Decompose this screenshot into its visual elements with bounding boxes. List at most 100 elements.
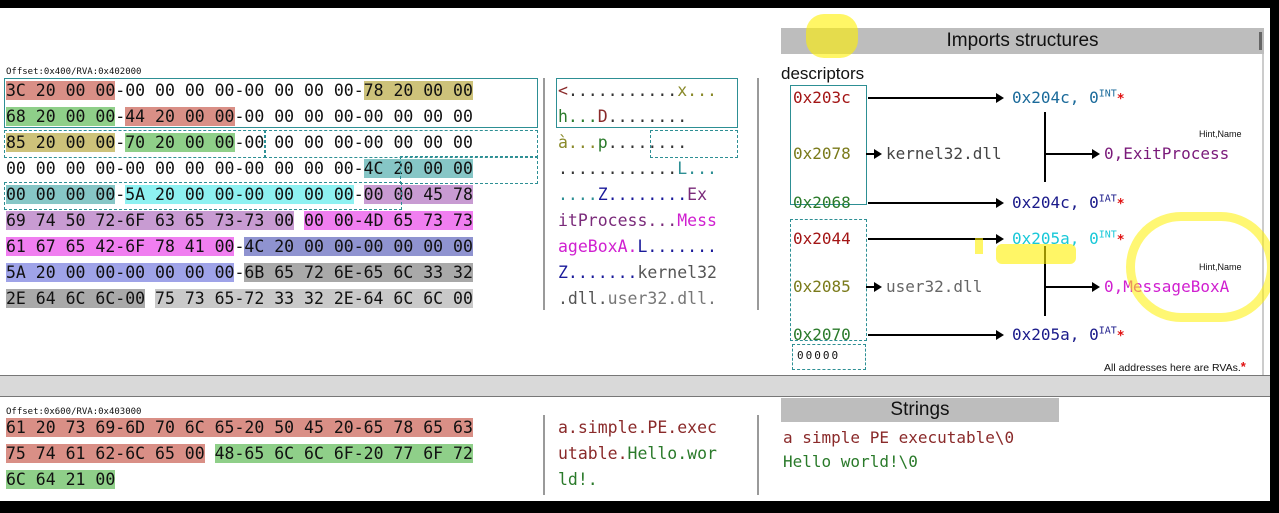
hex-row: 6C 64 21 00 xyxy=(6,467,473,493)
kernel-iat-target: 0x204c, 0IAT* xyxy=(1012,193,1125,212)
ascii-chars: kernel32 xyxy=(637,263,717,282)
kernel-iat-rva: 0x2068 xyxy=(793,193,851,212)
kernel-hint-name: 0,ExitProcess xyxy=(1104,144,1230,163)
arrow xyxy=(866,149,882,159)
strings-title: Strings xyxy=(890,399,950,420)
ascii-chars: Hello.wor xyxy=(627,444,717,463)
kernel-dll-name: kernel32.dll xyxy=(886,144,1002,163)
ascii-chars: p xyxy=(597,133,608,152)
ascii-chars: ............ xyxy=(558,159,678,178)
ascii-chars: à... xyxy=(558,133,598,152)
user-name-rva: 0x2085 xyxy=(793,277,851,296)
hex-row: 69 74 50 72-6F 63 65 73-73 00 00 00-4D 6… xyxy=(6,208,473,234)
divider xyxy=(543,415,545,495)
kernel-int-rva: 0x203c xyxy=(793,88,851,107)
divider xyxy=(543,78,545,310)
ascii-chars: .dll. xyxy=(558,289,608,308)
outline-box xyxy=(4,78,538,128)
hex-bytes: - xyxy=(234,237,245,256)
hex-bytes: 61 67 65 42-6F 78 41 00 xyxy=(6,237,235,256)
ascii-row: ....Z........Ex xyxy=(558,182,717,208)
arrow xyxy=(868,93,1004,103)
diagram-panel: Offset:0x400/RVA:0x402000 3C 20 00 00-00… xyxy=(0,8,1270,501)
ascii-row: Z.......kernel32 xyxy=(558,260,717,286)
outline-box xyxy=(4,130,266,158)
arrow xyxy=(868,198,1004,208)
highlight-mark xyxy=(996,244,1076,264)
hex-bytes xyxy=(294,211,304,230)
descriptor-terminator: 00000 xyxy=(797,349,841,362)
hex-row: 2E 64 6C 6C-00 75 73 65-72 33 32 2E-64 6… xyxy=(6,286,473,312)
hex-bytes: - xyxy=(234,263,245,282)
hex-row: 75 74 61 62-6C 65 00 48-65 6C 6C 6F-20 7… xyxy=(6,441,473,467)
hex-bytes: 4C 20 00 00-00 00 00 00 xyxy=(244,237,473,256)
user-iat-target: 0x205a, 0IAT* xyxy=(1012,325,1125,344)
ascii-row: ............L... xyxy=(558,156,717,182)
hex-bytes: 75 74 61 62-6C 65 00 xyxy=(6,444,205,463)
hex-bytes: 75 73 65-72 33 32 2E-64 6C 6C 00 xyxy=(155,289,473,308)
ascii-chars: ld!. xyxy=(558,470,598,489)
ascii-chars: ageBoxA. xyxy=(558,237,638,256)
hex-row: 61 67 65 42-6F 78 41 00-4C 20 00 00-00 0… xyxy=(6,234,473,260)
ascii-chars: itProcess... xyxy=(558,211,678,230)
offset-label-top: Offset:0x400/RVA:0x402000 xyxy=(6,67,142,77)
hex-bytes: 00 00 00 00-00 00 00 00-00 00 00 00- xyxy=(6,159,364,178)
outline-box xyxy=(264,130,538,158)
outline-box xyxy=(556,78,738,128)
hex-bytes xyxy=(145,289,155,308)
section-separator xyxy=(0,375,1270,397)
hex-bytes: 61 20 73 69-6D 70 6C 65-20 50 45 20-65 7… xyxy=(6,418,473,437)
string-2: Hello world!\0 xyxy=(783,452,918,471)
outline-box xyxy=(650,130,738,158)
user-int-rva: 0x2044 xyxy=(793,229,851,248)
hex-bytes: 5A 20 00 00-00 00 00 00 xyxy=(6,263,235,282)
arrow xyxy=(1046,282,1100,292)
highlight-mark xyxy=(806,14,858,58)
highlight-mark xyxy=(975,238,983,254)
hex-bytes: 6B 65 72 6E-65 6C 33 32 xyxy=(244,263,473,282)
arrow xyxy=(1046,149,1100,159)
hex-bytes xyxy=(205,444,215,463)
kernel-int-target: 0x204c, 0INT* xyxy=(1012,88,1125,107)
user-iat-rva: 0x2070 xyxy=(793,325,851,344)
arrow xyxy=(866,282,882,292)
highlight-circle xyxy=(1126,212,1270,322)
kernel-name-rva: 0x2078 xyxy=(793,144,851,163)
ascii-row: ld!. xyxy=(558,467,717,493)
hex-bytes: 00 00-4D 65 73 73 xyxy=(304,211,473,230)
ascii-chars: utable. xyxy=(558,444,628,463)
arrow xyxy=(868,330,1004,340)
hint-label: Hint,Name xyxy=(1199,129,1242,139)
ascii-chars: Z........ xyxy=(597,185,688,204)
hex-dump-bottom: 61 20 73 69-6D 70 6C 65-20 50 45 20-65 7… xyxy=(6,415,473,493)
hex-row: 5A 20 00 00-00 00 00 00-6B 65 72 6E-65 6… xyxy=(6,260,473,286)
ascii-chars: user32.dll. xyxy=(607,289,717,308)
hex-bytes: 2E 64 6C 6C-00 xyxy=(6,289,146,308)
connector xyxy=(1044,112,1046,182)
hex-bytes: 6C 64 21 00 xyxy=(6,470,116,489)
ascii-chars: Z....... xyxy=(558,263,638,282)
user-dll-name: user32.dll xyxy=(886,277,983,296)
outline-box xyxy=(400,156,538,184)
ascii-row: .dll.user32.dll. xyxy=(558,286,717,312)
scrollbar-thumb[interactable] xyxy=(1259,32,1262,50)
rva-footnote: All addresses here are RVAs.* xyxy=(1104,359,1246,374)
hex-bytes: 69 74 50 72-6F 63 65 73-73 00 xyxy=(6,211,295,230)
descriptors-label: descriptors xyxy=(781,64,865,83)
ascii-chars: Mess xyxy=(677,211,717,230)
divider xyxy=(757,78,759,310)
ascii-row: utable.Hello.wor xyxy=(558,441,717,467)
hex-row: 61 20 73 69-6D 70 6C 65-20 50 45 20-65 7… xyxy=(6,415,473,441)
ascii-row: a.simple.PE.exec xyxy=(558,415,717,441)
ascii-dump-bottom: a.simple.PE.exec utable.Hello.wor ld!. xyxy=(558,415,717,493)
ascii-chars: a.simple.PE.exec xyxy=(558,418,717,437)
string-1: a simple PE executable\0 xyxy=(783,428,1015,447)
ascii-row: itProcess...Mess xyxy=(558,208,717,234)
divider xyxy=(757,415,759,495)
ascii-chars: Ex xyxy=(687,185,708,204)
scrollbar-track[interactable] xyxy=(1262,54,1264,376)
ascii-chars: L....... xyxy=(637,237,717,256)
outline-box xyxy=(4,182,402,210)
hex-bytes: 48-65 6C 6C 6F-20 77 6F 72 xyxy=(214,444,473,463)
ascii-chars: L... xyxy=(677,159,717,178)
